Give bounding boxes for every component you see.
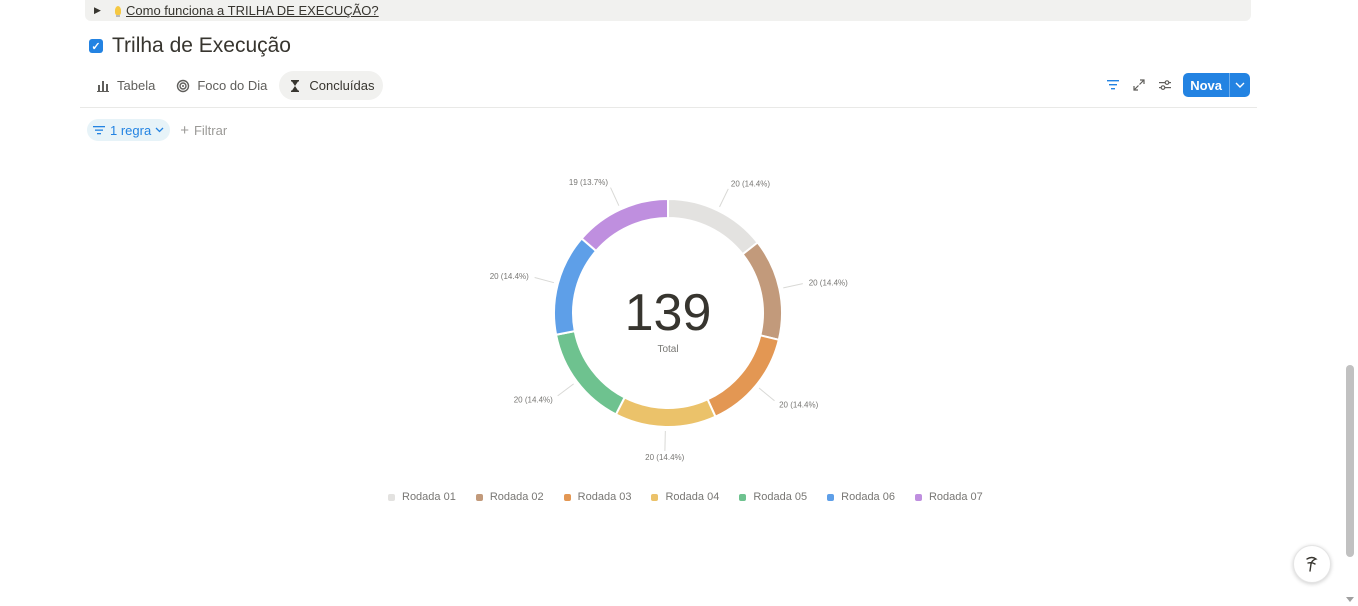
slice-data-label: 20 (14.4%): [514, 395, 553, 404]
hourglass-icon: [288, 79, 302, 93]
legend-item[interactable]: Rodada 04: [651, 491, 719, 503]
legend-swatch: [827, 493, 835, 501]
plus-icon: +: [180, 121, 189, 139]
toggle-title-link[interactable]: Como funciona a TRILHA DE EXECUÇÃO?: [126, 3, 379, 18]
view-tabs: Tabela Foco do Dia Concluídas: [87, 71, 386, 100]
help-button[interactable]: [1293, 545, 1331, 583]
divider: [80, 107, 1257, 108]
bar-chart-icon: [96, 79, 110, 93]
donut-slice[interactable]: [614, 396, 717, 428]
legend-label: Rodada 02: [489, 491, 544, 503]
tab-foco-do-dia[interactable]: Foco do Dia: [167, 71, 276, 100]
checkbox-icon: ✓: [89, 39, 103, 53]
legend-item[interactable]: Rodada 01: [388, 491, 456, 503]
legend-label: Rodada 06: [841, 491, 895, 503]
legend-label: Rodada 04: [665, 491, 720, 503]
settings-sliders-icon[interactable]: [1157, 77, 1173, 93]
tab-tabela[interactable]: Tabela: [87, 71, 164, 100]
toggle-block[interactable]: ▶ Como funciona a TRILHA DE EXECUÇÃO?: [85, 0, 1251, 21]
donut-slice[interactable]: [667, 197, 759, 256]
help-assistant-icon: [1306, 556, 1318, 572]
legend-item[interactable]: Rodada 03: [563, 491, 632, 503]
legend-item[interactable]: Rodada 06: [827, 491, 895, 503]
slice-data-label: 20 (14.4%): [779, 401, 818, 410]
donut-slice[interactable]: [554, 329, 626, 416]
database-title-row: ✓ Trilha de Execução: [89, 34, 291, 58]
tab-concluidas[interactable]: Concluídas: [279, 71, 384, 100]
filter-icon[interactable]: [1105, 77, 1121, 93]
scroll-down-arrow-icon[interactable]: [1346, 597, 1354, 602]
legend-swatch: [914, 493, 922, 501]
add-filter-button[interactable]: + Filtrar: [180, 122, 227, 139]
donut-chart: 20 (14.4%) 20 (14.4%) 20 (14.4%) 20 (14.4%)…: [490, 178, 848, 462]
legend-swatch: [475, 493, 483, 501]
chart-legend: Rodada 01 Rodada 02 Rodada 03 Rodada 04 Roda…: [388, 491, 1003, 503]
donut-slice[interactable]: [580, 197, 669, 253]
legend-label: Rodada 05: [753, 491, 808, 503]
slice-leader-line: [534, 277, 555, 284]
scrollbar-thumb[interactable]: [1346, 365, 1354, 557]
tab-label: Foco do Dia: [197, 78, 268, 93]
rule-filter-chip[interactable]: 1 regra: [87, 119, 171, 141]
legend-label: Rodada 07: [928, 491, 983, 503]
chart-center-label: Total: [657, 344, 678, 355]
legend-swatch: [739, 493, 747, 501]
slice-data-label: 20 (14.4%): [809, 278, 848, 287]
slice-data-label: 20 (14.4%): [490, 272, 529, 281]
slice-data-label: 19 (13.7%): [569, 178, 608, 187]
donut-slice[interactable]: [706, 334, 781, 418]
legend-label: Rodada 03: [577, 491, 632, 503]
legend-item[interactable]: Rodada 02: [475, 491, 544, 503]
add-filter-label: Filtrar: [193, 122, 228, 138]
tab-label: Concluídas: [309, 78, 375, 93]
lightbulb-icon: [115, 6, 121, 17]
slice-leader-line: [783, 283, 803, 289]
page-title[interactable]: Trilha de Execução: [112, 34, 291, 58]
slice-data-label: 20 (14.4%): [731, 179, 770, 188]
legend-label: Rodada 01: [402, 491, 456, 503]
chevron-down-icon[interactable]: [1229, 73, 1250, 97]
slice-leader-line: [719, 188, 729, 208]
view-toolbar: Nova: [1095, 73, 1250, 97]
new-button[interactable]: Nova: [1183, 73, 1250, 97]
legend-item[interactable]: Rodada 05: [739, 491, 807, 503]
legend-swatch: [651, 493, 659, 501]
new-button-label[interactable]: Nova: [1183, 73, 1229, 97]
expand-icon[interactable]: [1131, 77, 1147, 93]
legend-item[interactable]: Rodada 07: [914, 491, 983, 503]
slice-leader-line: [758, 387, 775, 402]
legend-swatch: [388, 493, 395, 501]
chart-center-value: 139: [625, 284, 712, 342]
chevron-down-icon: [155, 127, 164, 133]
filter-bar: 1 regra + Filtrar: [87, 119, 227, 141]
rule-filter-label: 1 regra: [110, 122, 152, 138]
slice-leader-line: [557, 383, 574, 397]
slice-data-label: 20 (14.4%): [645, 453, 684, 462]
tab-label: Tabela: [117, 78, 156, 93]
target-icon: [176, 79, 190, 93]
slice-leader-line: [610, 187, 620, 206]
filter-icon: [93, 125, 105, 135]
legend-swatch: [563, 493, 571, 501]
donut-slice[interactable]: [741, 241, 783, 342]
donut-slice[interactable]: [553, 237, 598, 336]
toggle-triangle-icon[interactable]: ▶: [94, 5, 108, 16]
